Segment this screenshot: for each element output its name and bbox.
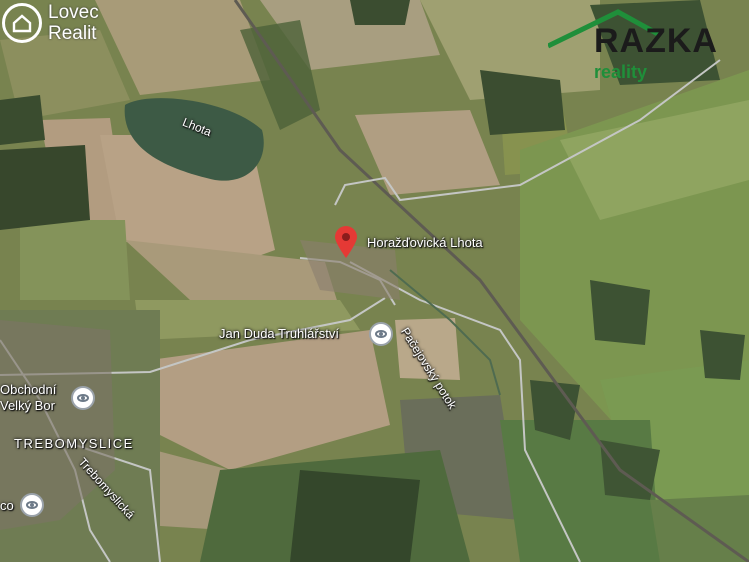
eye-icon[interactable] [71,386,95,410]
eye-icon[interactable] [20,493,44,517]
poi-label-obchodni-line1: Obchodní [0,382,57,397]
satellite-map[interactable]: Lovec Realit RAZKA reality Lhota Horažďo… [0,0,749,562]
lovec-realit-logo: Lovec Realit [2,2,99,44]
brand-left-line2: Realit [48,23,97,44]
house-icon [2,3,42,43]
pin-label: Horažďovická Lhota [367,235,483,250]
poi-label-jan-duda: Jan Duda Truhlářství [219,326,339,341]
brand-left-line1: Lovec [48,2,99,23]
poi-label-obchodni: Obchodní Velký Bor [0,382,56,414]
brand-right-tagline: reality [594,62,648,82]
razka-reality-logo: RAZKA reality [546,6,748,86]
brand-right-name: RAZKA [594,22,718,60]
town-label: TREBOMYSLICE [14,436,134,451]
location-pin-icon[interactable] [333,225,359,259]
poi-label-obchodni-line2: Velký Bor [0,398,55,413]
eye-icon[interactable] [369,322,393,346]
poi-label-co: co [0,498,14,513]
